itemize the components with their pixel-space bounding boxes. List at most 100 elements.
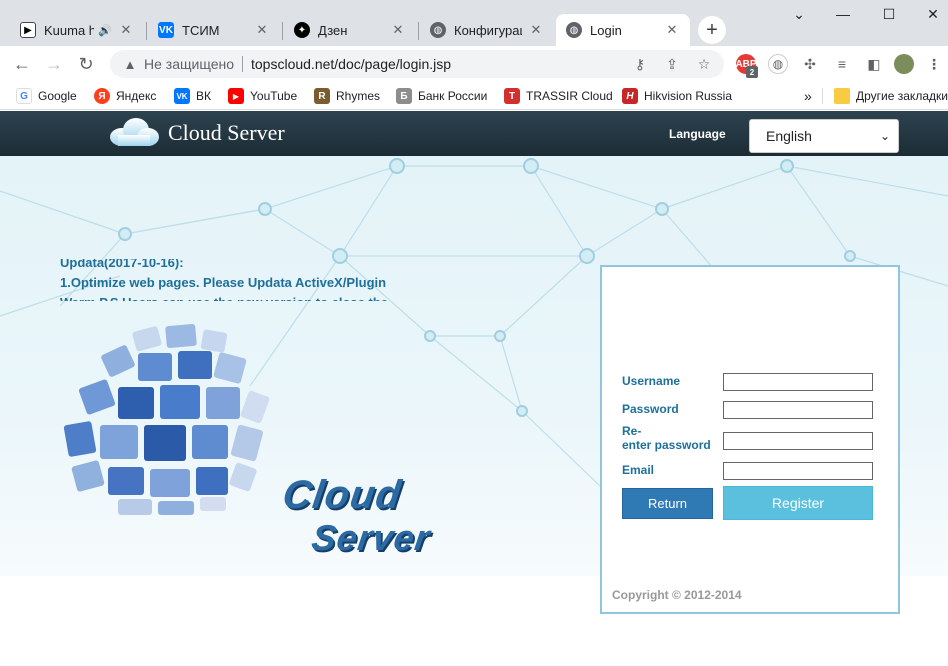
vk-icon: VK <box>158 22 174 38</box>
bookmarks-divider <box>822 88 823 104</box>
trassir-icon: T <box>504 88 520 104</box>
email-input[interactable] <box>723 462 873 480</box>
globe-icon: ◍ <box>430 22 446 38</box>
return-button[interactable]: Return <box>622 488 713 519</box>
close-tab-icon[interactable]: ✕ <box>664 22 680 38</box>
tab-divider <box>282 22 283 40</box>
bookmark-label: Google <box>38 89 77 103</box>
side-panel-icon[interactable]: ◧ <box>864 54 884 74</box>
share-icon[interactable]: ⇪ <box>664 56 680 72</box>
maximize-button[interactable]: ☐ <box>874 4 904 24</box>
news-line: Warm P.S Users can use the new version t… <box>60 293 440 301</box>
bookmark-google[interactable]: G Google <box>16 87 77 105</box>
minimize-button[interactable]: — <box>828 4 858 24</box>
menu-dots-icon[interactable]: ⋮ <box>924 54 944 74</box>
reenter-label-line: enter password <box>622 438 711 452</box>
bookmark-label: Hikvision Russia <box>644 89 733 103</box>
close-window-button[interactable]: ✕ <box>918 4 948 24</box>
tab-title: Login <box>590 22 622 38</box>
news-ticker: Updata(2017-10-16): 1.Optimize web pages… <box>60 259 440 301</box>
username-input[interactable] <box>723 373 873 391</box>
copyright-text: Copyright © 2012-2014 <box>612 588 742 602</box>
vk-icon: VK <box>174 88 190 104</box>
key-icon[interactable]: ⚷ <box>632 56 648 72</box>
email-label: Email <box>622 463 655 477</box>
bookmarks-bar: G Google Я Яндекс VK ВК ▶ YouTube R Rhym… <box>0 82 948 110</box>
close-tab-icon[interactable]: ✕ <box>528 22 544 38</box>
other-bookmarks-folder[interactable]: Другие закладки <box>834 87 948 105</box>
youtube-icon: ▶ <box>228 88 244 104</box>
bookmark-rhymes[interactable]: R Rhymes <box>314 87 380 105</box>
language-select[interactable]: English ⌄ <box>749 119 899 153</box>
chevron-down-icon: ⌄ <box>879 129 890 143</box>
warning-icon[interactable]: ▲ <box>122 56 138 72</box>
tab-title: Kuuma hu <box>44 22 95 38</box>
bookmark-label: TRASSIR Cloud <box>526 89 613 103</box>
puzzle-extensions-icon[interactable]: ✣ <box>800 54 820 74</box>
tab-kuuma[interactable]: ▶ Kuuma hu 🔊 ✕ <box>10 14 144 46</box>
site-title: Cloud Server <box>168 120 285 145</box>
dzen-icon: ✦ <box>294 22 310 38</box>
more-bookmarks-chevron-icon[interactable]: » <box>804 87 812 105</box>
tab-config[interactable]: ◍ Конфигурация ✕ <box>420 14 554 46</box>
bookmark-label: Яндекс <box>116 89 157 103</box>
eagle-emblem-icon: Б <box>396 88 412 104</box>
close-tab-icon[interactable]: ✕ <box>254 22 270 38</box>
language-label: Language <box>669 127 726 141</box>
tab-title: Дзен <box>318 22 348 38</box>
other-bookmarks-label: Другие закладки <box>856 89 948 103</box>
page-viewport: Cloud Server Language English ⌄ Updata(2… <box>0 111 948 666</box>
tab-search-icon[interactable]: ⌄ <box>784 4 814 24</box>
tab-title: ТСИМ <box>182 22 220 38</box>
profile-avatar[interactable] <box>894 54 914 74</box>
bookmark-label: YouTube <box>250 89 298 103</box>
bookmark-youtube[interactable]: ▶ YouTube <box>228 87 297 105</box>
forward-arrow-icon[interactable]: → <box>42 52 66 76</box>
logo-wordmark-server: Server <box>309 517 434 558</box>
site-header: Cloud Server Language English ⌄ <box>0 111 948 156</box>
reenter-password-input[interactable] <box>723 432 873 450</box>
register-button[interactable]: Register <box>723 486 873 520</box>
tab-tsim[interactable]: VK ТСИМ ✕ <box>148 14 280 46</box>
bookmark-trassir[interactable]: T TRASSIR Cloud <box>504 87 613 105</box>
back-arrow-icon[interactable]: ← <box>10 52 34 76</box>
username-label: Username <box>622 374 681 388</box>
bookmark-label: Rhymes <box>336 89 381 103</box>
bookmark-hikvision[interactable]: H Hikvision Russia <box>622 87 732 105</box>
password-label: Password <box>622 402 679 416</box>
bookmark-vk[interactable]: VK ВК <box>174 87 211 105</box>
news-line: Updata(2017-10-16): <box>60 259 184 270</box>
tab-strip: ▶ Kuuma hu 🔊 ✕ VK ТСИМ ✕ ✦ Дзен ✕ ◍ Конф… <box>0 0 948 46</box>
extension-badge: 2 <box>746 66 758 78</box>
browser-toolbar: ← → ↻ ▲ Не защищено topscloud.net/doc/pa… <box>0 46 948 82</box>
globe-extension-icon[interactable]: ◍ <box>768 54 788 74</box>
address-divider <box>242 56 243 72</box>
security-status[interactable]: Не защищено <box>144 56 234 72</box>
close-tab-icon[interactable]: ✕ <box>118 22 134 38</box>
logo-wordmark-cloud: Cloud <box>279 473 405 517</box>
bookmark-label: ВК <box>196 89 211 103</box>
tab-login[interactable]: ◍ Login ✕ <box>556 14 690 46</box>
tab-dzen[interactable]: ✦ Дзен ✕ <box>284 14 416 46</box>
hikvision-icon: H <box>622 88 638 104</box>
yandex-icon: Я <box>94 88 110 104</box>
url-text[interactable]: topscloud.net/doc/page/login.jsp <box>251 56 451 72</box>
google-icon: G <box>16 88 32 104</box>
password-input[interactable] <box>723 401 873 419</box>
media-control-icon[interactable]: ≡ <box>832 54 852 74</box>
tab-title: Конфигурация <box>454 22 522 38</box>
folder-icon <box>834 88 850 104</box>
bookmark-label: Банк России <box>418 89 488 103</box>
rhymes-icon: R <box>314 88 330 104</box>
globe-graphic <box>63 323 270 515</box>
tab-divider <box>418 22 419 40</box>
language-value: English <box>766 128 812 144</box>
register-panel: Username Password Re- enter password Ema… <box>600 265 900 614</box>
new-tab-button[interactable]: + <box>698 16 726 44</box>
bookmark-yandex[interactable]: Я Яндекс <box>94 87 156 105</box>
audio-icon[interactable]: 🔊 <box>98 24 112 37</box>
bookmark-bank-rossii[interactable]: Б Банк России <box>396 87 487 105</box>
bookmark-star-icon[interactable]: ☆ <box>696 56 712 72</box>
close-tab-icon[interactable]: ✕ <box>390 22 406 38</box>
reload-icon[interactable]: ↻ <box>74 52 98 76</box>
